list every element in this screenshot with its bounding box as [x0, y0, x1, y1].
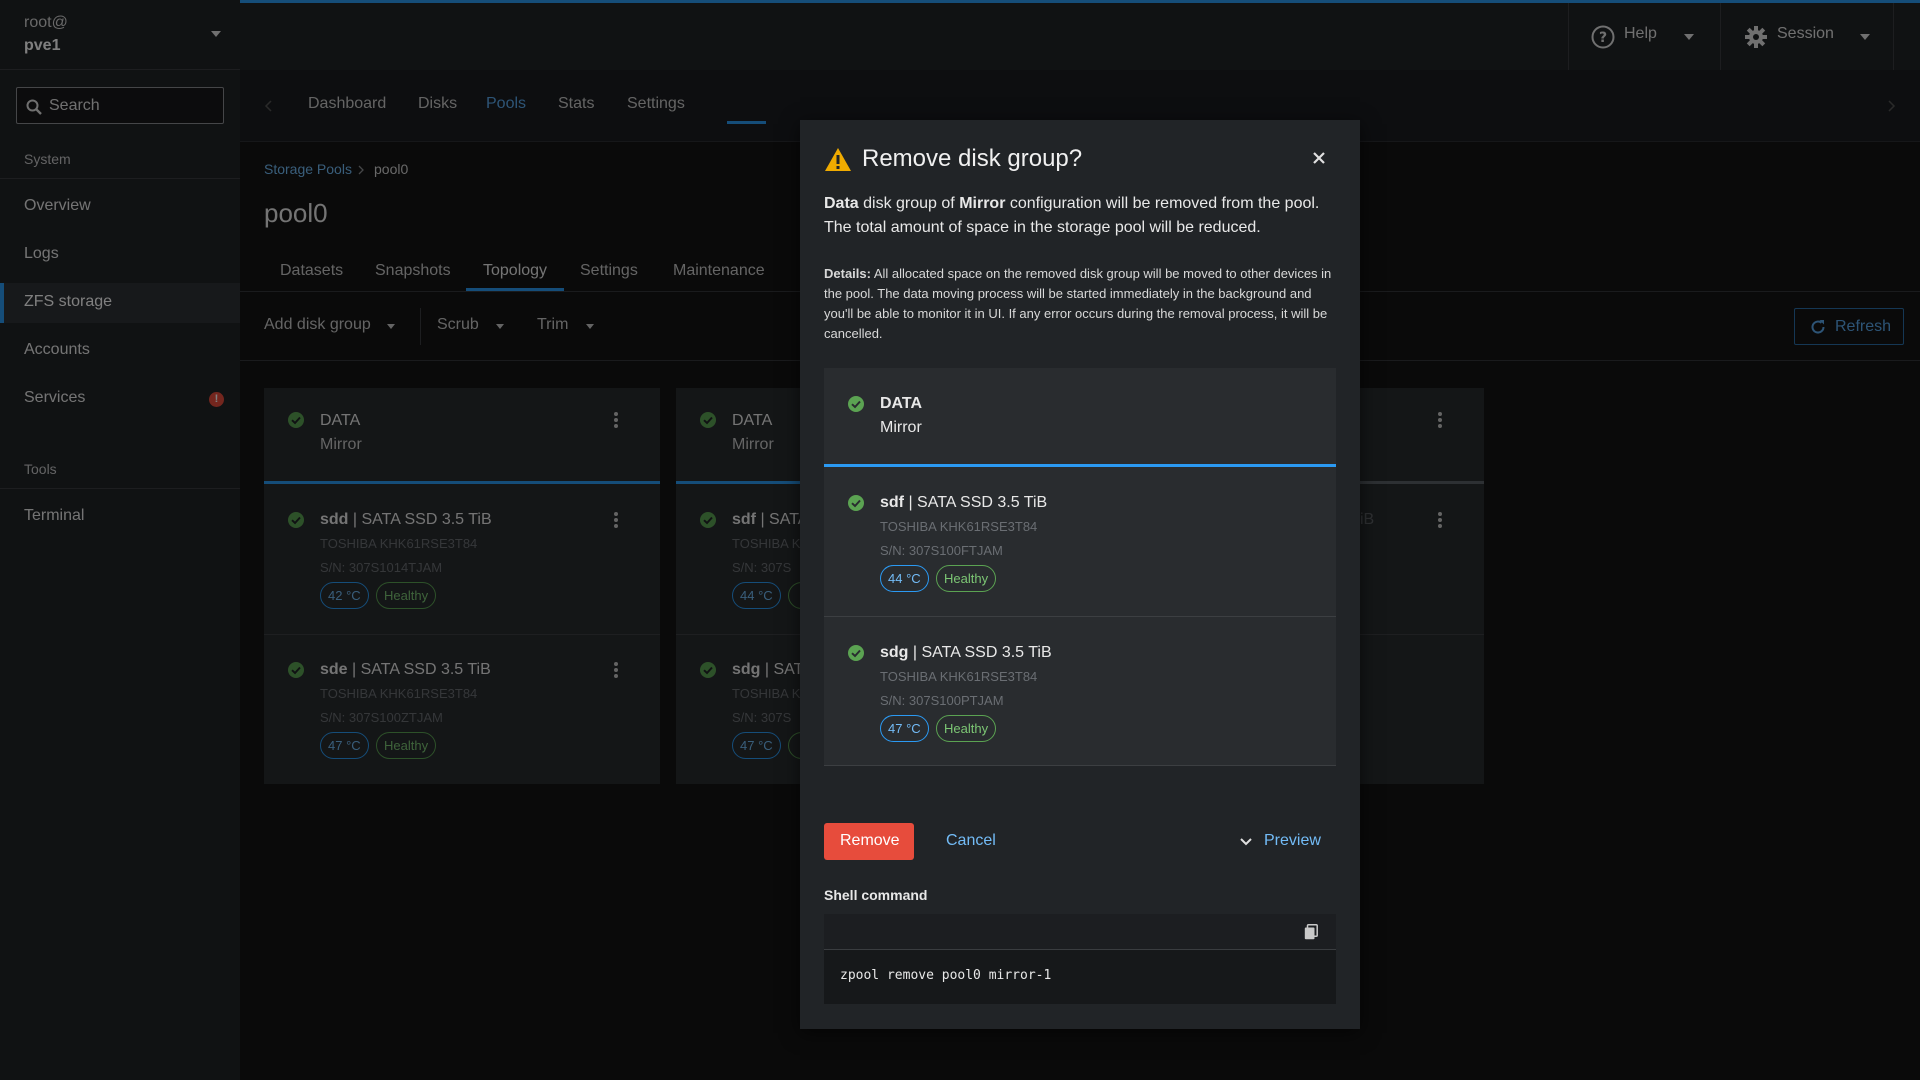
remove-label: Remove — [840, 832, 900, 849]
dialog-details: Details: All allocated space on the remo… — [824, 264, 1336, 344]
divider — [824, 616, 1336, 617]
preview-label: Preview — [1264, 832, 1321, 849]
disk-group-preview: DATA Mirror sdf | SATA SSD 3.5 TiB TOSHI… — [824, 368, 1336, 766]
status-badge: Healthy — [936, 715, 997, 742]
preview-toggle[interactable]: Preview — [1234, 823, 1334, 860]
close-icon[interactable] — [1313, 152, 1325, 164]
check-circle-icon — [848, 645, 864, 661]
group-config: Mirror — [880, 419, 922, 436]
dialog-body: Data disk group of Mirror configuration … — [824, 192, 1336, 240]
remove-button[interactable]: Remove — [824, 823, 914, 860]
cancel-button[interactable]: Cancel — [946, 832, 996, 850]
divider — [824, 765, 1336, 766]
shell-command-box: zpool remove pool0 mirror-1 — [824, 914, 1336, 1004]
disk-device: sdg — [880, 644, 909, 661]
shell-command-label: Shell command — [824, 887, 928, 903]
group-separator — [824, 464, 1336, 467]
copy-icon[interactable] — [1304, 924, 1318, 940]
temperature-badge: 44 °C — [880, 565, 929, 592]
body-text: disk group of — [858, 195, 960, 212]
group-type: DATA — [880, 395, 923, 412]
status-badge: Healthy — [936, 565, 997, 592]
shell-command[interactable]: zpool remove pool0 mirror-1 — [840, 968, 1051, 983]
remove-disk-group-dialog: Remove disk group? Data disk group of Mi… — [800, 120, 1360, 1029]
body-bold-data: Data — [824, 195, 859, 212]
dialog-title: Remove disk group? — [862, 145, 1083, 172]
disk-serial: S/N: 307S100FTJAM — [880, 543, 1003, 558]
code-toolbar — [824, 914, 1336, 950]
disk-description: | SATA SSD 3.5 TiB — [908, 494, 1048, 511]
disk-model: TOSHIBA KHK61RSE3T84 — [880, 519, 1038, 534]
chevron-down-icon — [1240, 838, 1252, 846]
details-text: All allocated space on the removed disk … — [824, 266, 1332, 341]
check-circle-icon — [848, 495, 864, 511]
disk-description: | SATA SSD 3.5 TiB — [912, 644, 1052, 661]
disk-model: TOSHIBA KHK61RSE3T84 — [880, 669, 1038, 684]
body-bold-mirror: Mirror — [959, 195, 1006, 212]
disk-serial: S/N: 307S100PTJAM — [880, 693, 1004, 708]
details-label: Details: — [824, 266, 871, 281]
temperature-badge: 47 °C — [880, 715, 929, 742]
warning-icon — [825, 148, 851, 171]
check-circle-icon — [848, 396, 864, 412]
disk-device: sdf — [880, 494, 904, 511]
